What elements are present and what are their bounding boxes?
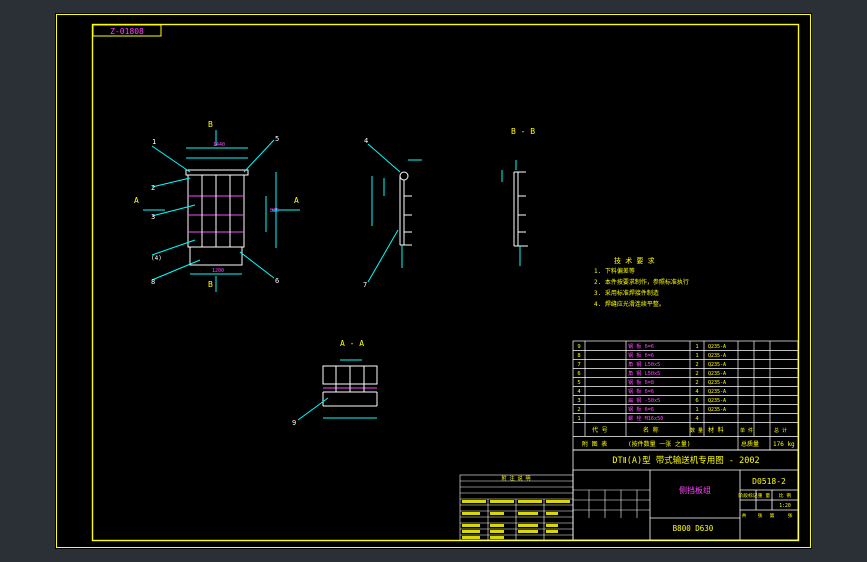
parts-cell-mat: Q235-A	[708, 407, 726, 413]
tech-req-item-2: 2. 本件按要求制作，参照标准执行	[594, 278, 689, 286]
parts-cell-name: 钢 板 δ=6	[628, 405, 654, 413]
parts-header-code: 代 号	[592, 426, 608, 434]
parts-cell-qty: 2	[695, 371, 698, 377]
parts-cell-no: 8	[577, 353, 580, 359]
balloon-5: 5	[275, 135, 279, 143]
title-block-label: 阶段标记	[738, 492, 757, 499]
main-title: DTⅡ(A)型 带式输送机专用图 - 2002	[612, 455, 759, 466]
drawing-sheet	[55, 13, 812, 549]
tech-req-item-4: 4. 焊缝应光滑连续平整。	[594, 300, 665, 308]
notes-table-title: 附 注 说 明	[501, 475, 530, 482]
svg-text:825: 825	[270, 208, 279, 214]
tech-req-item-3: 3. 采用标准焊接件制造	[594, 289, 659, 297]
parts-cell-mat: Q235-A	[708, 344, 726, 350]
parts-cell-name: 扁 钢 -50x5	[628, 396, 660, 404]
title-block-label: 重 量	[758, 492, 771, 499]
parts-cell-name: 钢 板 δ=6	[628, 351, 654, 359]
svg-text:1200: 1200	[212, 268, 224, 274]
parts-cell-mat: Q235-A	[708, 389, 726, 395]
summary-mid: (按件数量 一张 之量)	[628, 440, 690, 448]
parts-cell-mat: Q235-A	[708, 380, 726, 386]
title-block-label: 张	[788, 512, 793, 519]
parts-cell-name: 钢 板 δ=8	[628, 378, 654, 386]
parts-cell-qty: 1	[695, 344, 698, 350]
aa-balloon-9: 9	[292, 419, 296, 427]
parts-cell-name: 螺 栓 M16x50	[628, 414, 663, 422]
parts-cell-qty: 1	[695, 353, 698, 359]
balloon-2: 2	[151, 184, 155, 192]
section-b-top-label: B	[208, 120, 213, 129]
parts-cell-name: 钢 板 δ=6	[628, 342, 654, 350]
bottom-codes: B800 D630	[673, 524, 714, 533]
parts-cell-mat: Q235-A	[708, 398, 726, 404]
tech-req-item-1: 1. 下料偏差等	[594, 267, 635, 275]
parts-cell-no: 3	[577, 398, 580, 404]
balloon-6: 6	[275, 277, 279, 285]
title-block-label: 第	[770, 512, 775, 519]
drawing-canvas[interactable]: Z-01808 1440 1200 825 B B A A 1 2 3 (4) …	[0, 0, 867, 562]
parts-cell-no: 7	[577, 362, 580, 368]
summary-left: 附 图 表	[582, 440, 607, 448]
section-aa-title: A - A	[340, 339, 364, 348]
parts-cell-mat: Q235-A	[708, 353, 726, 359]
section-a-right-label: A	[294, 196, 299, 205]
parts-cell-no: 9	[577, 344, 580, 350]
parts-cell-no: 5	[577, 380, 580, 386]
parts-cell-qty: 1	[695, 407, 698, 413]
section-a-left-label: A	[134, 196, 139, 205]
title-block-label: 1:20	[779, 503, 791, 509]
title-block-label: 比 例	[779, 492, 792, 499]
code-box-text: Z-01808	[110, 27, 144, 36]
tech-req-title: 技 术 要 求	[614, 256, 655, 265]
section-bb-title: B - B	[511, 127, 535, 136]
parts-cell-name: 钢 板 δ=6	[628, 387, 654, 395]
summary-label: 总质量	[741, 440, 759, 448]
side-balloon-4: 4	[364, 137, 368, 145]
parts-header-w1: 单 件	[740, 427, 753, 434]
title-block-label: 共	[742, 512, 747, 519]
parts-cell-mat: Q235-A	[708, 362, 726, 368]
parts-header-w2: 总 计	[774, 427, 787, 434]
parts-cell-no: 2	[577, 407, 580, 413]
drawing-no: D0518-2	[752, 477, 786, 486]
title-block-label: 张	[758, 512, 763, 519]
parts-header-qty: 数 量	[690, 427, 703, 434]
parts-cell-qty: 2	[695, 380, 698, 386]
parts-cell-qty: 2	[695, 362, 698, 368]
cad-viewport: Z-01808 1440 1200 825 B B A A 1 2 3 (4) …	[0, 0, 867, 562]
parts-cell-mat: Q235-A	[708, 371, 726, 377]
parts-header-mat: 材 料	[708, 426, 724, 434]
drawing-name: 侧挡板组	[679, 485, 711, 495]
section-b-bottom-label: B	[208, 280, 213, 289]
parts-cell-name: 角 钢 L50x5	[628, 369, 660, 377]
side-balloon-7: 7	[363, 281, 367, 289]
parts-cell-name: 角 钢 L50x5	[628, 360, 660, 368]
parts-cell-qty: 6	[695, 398, 698, 404]
parts-header-name: 名 称	[643, 426, 659, 434]
svg-text:1440: 1440	[213, 142, 225, 148]
parts-cell-no: 6	[577, 371, 580, 377]
parts-cell-no: 1	[577, 416, 580, 422]
balloon-3: 3	[151, 213, 155, 221]
balloon-8: 8	[151, 278, 155, 286]
balloon-1: 1	[152, 138, 156, 146]
summary-value: 176 kg	[773, 441, 795, 448]
balloon-4: (4)	[151, 255, 162, 262]
